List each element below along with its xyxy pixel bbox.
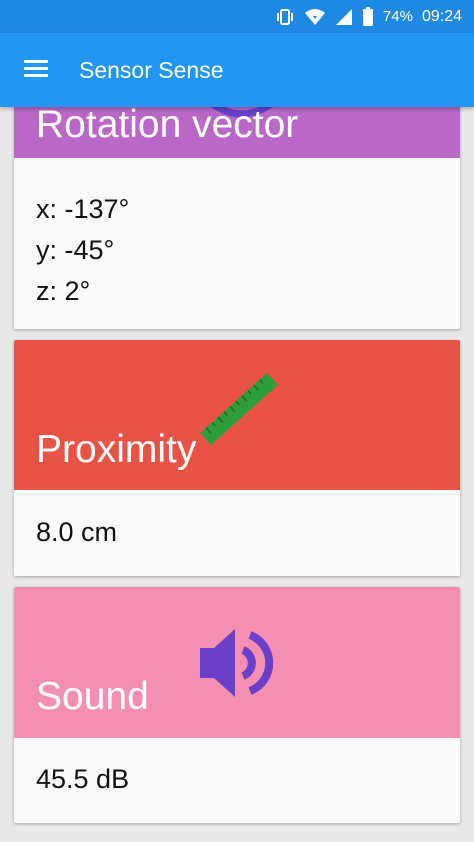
card-values: 8.0 cm bbox=[36, 512, 117, 553]
speaker-icon bbox=[198, 623, 278, 708]
app-title: Sensor Sense bbox=[79, 57, 224, 83]
card-header: Rotation vector bbox=[14, 107, 460, 158]
card-header: Sound bbox=[14, 587, 460, 738]
signal-icon bbox=[335, 8, 353, 26]
clock: 09:24 bbox=[421, 7, 462, 25]
hamburger-menu-icon[interactable] bbox=[24, 60, 50, 80]
card-header: Proximity bbox=[14, 340, 460, 490]
sound-value: 45.5 dB bbox=[36, 764, 130, 794]
card-title: Sound bbox=[36, 675, 149, 718]
vibrate-icon bbox=[275, 8, 295, 26]
battery-icon bbox=[362, 6, 374, 27]
sensor-card-sound[interactable]: Sound 45.5 dB bbox=[14, 587, 460, 823]
card-title: Proximity bbox=[36, 428, 197, 471]
card-values: 45.5 dB bbox=[36, 759, 129, 800]
sensor-list[interactable]: Rotation vector x: -137° y: -45° z: 2° P… bbox=[0, 107, 474, 842]
ruler-icon bbox=[194, 364, 284, 459]
status-icons: 74% 09:24 bbox=[275, 0, 462, 33]
battery-level: 74% bbox=[382, 8, 413, 25]
status-bar: 74% 09:24 bbox=[0, 0, 474, 33]
rotation-z-value: z: 2° bbox=[36, 276, 91, 306]
rotation-y-value: y: -45° bbox=[36, 235, 115, 265]
sensor-card-proximity[interactable]: Proximity 8.0 cm bbox=[14, 340, 460, 576]
rotation-x-value: x: -137° bbox=[36, 194, 130, 224]
card-values: x: -137° y: -45° z: 2° bbox=[36, 189, 129, 312]
card-title: Rotation vector bbox=[36, 107, 299, 146]
wifi-icon bbox=[304, 8, 326, 26]
app-bar: Sensor Sense bbox=[0, 33, 474, 107]
proximity-value: 8.0 cm bbox=[36, 517, 118, 547]
sensor-card-rotation-vector[interactable]: Rotation vector x: -137° y: -45° z: 2° bbox=[14, 107, 460, 329]
